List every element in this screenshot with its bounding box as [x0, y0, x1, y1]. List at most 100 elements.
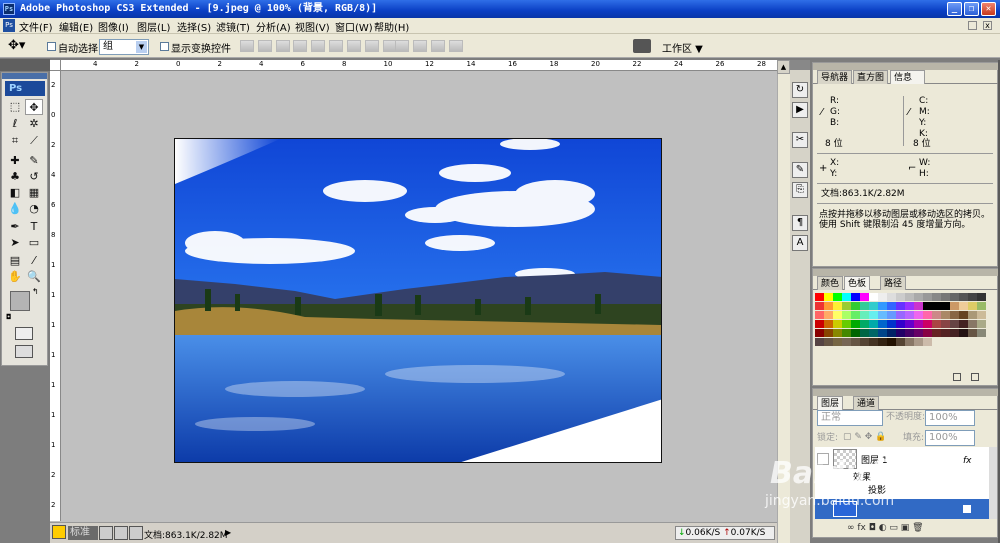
swatch[interactable]	[833, 329, 842, 337]
swatch[interactable]	[869, 302, 878, 310]
lasso-tool-icon[interactable]: ℓ	[6, 116, 24, 132]
swatch[interactable]	[860, 302, 869, 310]
tab-swatches[interactable]: 色板	[844, 276, 871, 290]
swatch[interactable]	[824, 293, 833, 301]
clone-source-icon[interactable]: ⎘	[792, 182, 808, 198]
brush-tool-icon[interactable]: ✎	[25, 153, 43, 169]
layer-footer-icons[interactable]: ∞ fx ◘ ◐ ▭ ▣ 🗑	[847, 523, 924, 533]
swatch[interactable]	[833, 338, 842, 346]
vertical-ruler[interactable]: 2 0 2 4 6 8 1 1 1 1 1 1 1 2 2	[50, 71, 61, 521]
swatch[interactable]	[851, 338, 860, 346]
shape-tool-icon[interactable]: ▭	[25, 235, 43, 251]
swatch[interactable]	[824, 302, 833, 310]
swatch[interactable]	[959, 302, 968, 310]
layers-panel-header[interactable]	[813, 389, 999, 396]
history-brush-icon[interactable]: ↺	[25, 169, 43, 185]
auto-select-dropdown[interactable]: 组 ▼	[99, 39, 149, 55]
swatch[interactable]	[968, 302, 977, 310]
swatch[interactable]	[914, 302, 923, 310]
swatch[interactable]	[896, 311, 905, 319]
swatch[interactable]	[842, 338, 851, 346]
menu-analysis[interactable]: 分析(A)	[256, 19, 291, 34]
scroll-up-arrow[interactable]: ▲	[777, 60, 790, 74]
swatch[interactable]	[959, 320, 968, 328]
swatch[interactable]	[869, 311, 878, 319]
align-hcenter-icon[interactable]	[311, 40, 325, 52]
dodge-tool-icon[interactable]: ◔	[25, 201, 43, 217]
swatch[interactable]	[932, 293, 941, 301]
brushes-panel-icon[interactable]: ✎	[792, 162, 808, 178]
swatch[interactable]	[977, 329, 986, 337]
swatch[interactable]	[923, 338, 932, 346]
zoom-tool-icon[interactable]: 🔍	[25, 269, 43, 285]
swatch[interactable]	[878, 329, 887, 337]
marquee-tool-icon[interactable]: ⬚	[6, 99, 24, 115]
swatch[interactable]	[842, 302, 851, 310]
tab-color[interactable]: 颜色	[817, 276, 844, 290]
status-menu-arrow[interactable]: ▶	[225, 528, 231, 537]
tab-paths[interactable]: 路径	[880, 276, 907, 290]
swatch[interactable]	[896, 293, 905, 301]
dock-header[interactable]	[790, 60, 810, 70]
distribute-right-icon[interactable]	[431, 40, 445, 52]
swatch[interactable]	[860, 338, 869, 346]
swatch[interactable]	[851, 311, 860, 319]
swatch[interactable]	[833, 293, 842, 301]
swatch[interactable]	[932, 320, 941, 328]
swatch[interactable]	[923, 293, 932, 301]
document-icon[interactable]: Ps	[3, 19, 15, 32]
menu-help[interactable]: 帮助(H)	[374, 19, 409, 34]
show-transform-checkbox[interactable]	[160, 42, 169, 51]
swatch[interactable]	[824, 320, 833, 328]
swatch[interactable]	[977, 293, 986, 301]
swatch[interactable]	[869, 329, 878, 337]
swatch[interactable]	[905, 320, 914, 328]
magic-wand-icon[interactable]: ✲	[25, 116, 43, 132]
swatches-panel-header[interactable]	[813, 269, 999, 276]
swatch[interactable]	[950, 302, 959, 310]
pen-tool-icon[interactable]: ✒	[6, 219, 24, 235]
status-ps-icon[interactable]	[52, 525, 66, 539]
swatch[interactable]	[860, 329, 869, 337]
swatch[interactable]	[815, 329, 824, 337]
swatch[interactable]	[959, 311, 968, 319]
swatch[interactable]	[833, 311, 842, 319]
doc-close-button[interactable]: x	[983, 21, 992, 30]
swatch[interactable]	[869, 338, 878, 346]
swatch[interactable]	[923, 311, 932, 319]
swatch[interactable]	[914, 320, 923, 328]
swatch[interactable]	[896, 302, 905, 310]
actions-panel-icon[interactable]: ▶	[792, 102, 808, 118]
swatch[interactable]	[824, 311, 833, 319]
swatch[interactable]	[896, 320, 905, 328]
align-right-icon[interactable]	[329, 40, 343, 52]
menu-window[interactable]: 窗口(W)	[335, 19, 373, 34]
swatch[interactable]	[905, 311, 914, 319]
toolbox-header[interactable]	[2, 73, 47, 79]
swatch[interactable]	[977, 311, 986, 319]
swatch[interactable]	[932, 311, 941, 319]
swatch[interactable]	[887, 329, 896, 337]
swatch[interactable]	[815, 293, 824, 301]
distribute-vcenter-icon[interactable]	[365, 40, 379, 52]
healing-brush-icon[interactable]: ✚	[6, 153, 24, 169]
close-doc-button[interactable]	[129, 526, 143, 540]
swatch[interactable]	[851, 320, 860, 328]
swatch[interactable]	[959, 293, 968, 301]
tab-navigator[interactable]: 导航器	[817, 70, 853, 84]
tab-histogram[interactable]: 直方图	[853, 70, 889, 84]
swatch[interactable]	[842, 329, 851, 337]
swatch[interactable]	[833, 320, 842, 328]
menu-image[interactable]: 图像(I)	[98, 19, 129, 34]
type-tool-icon[interactable]: T	[25, 219, 43, 235]
path-select-icon[interactable]: ➤	[6, 235, 24, 251]
blur-tool-icon[interactable]: 💧	[6, 201, 24, 217]
eraser-tool-icon[interactable]: ◧	[6, 185, 24, 201]
swatch[interactable]	[851, 302, 860, 310]
swatch[interactable]	[842, 320, 851, 328]
layer1-fx-icon[interactable]: fx	[963, 456, 972, 466]
swatch[interactable]	[860, 320, 869, 328]
align-vcenter-icon[interactable]	[258, 40, 272, 52]
swatch[interactable]	[905, 329, 914, 337]
new-swatch-icon[interactable]	[953, 373, 961, 381]
